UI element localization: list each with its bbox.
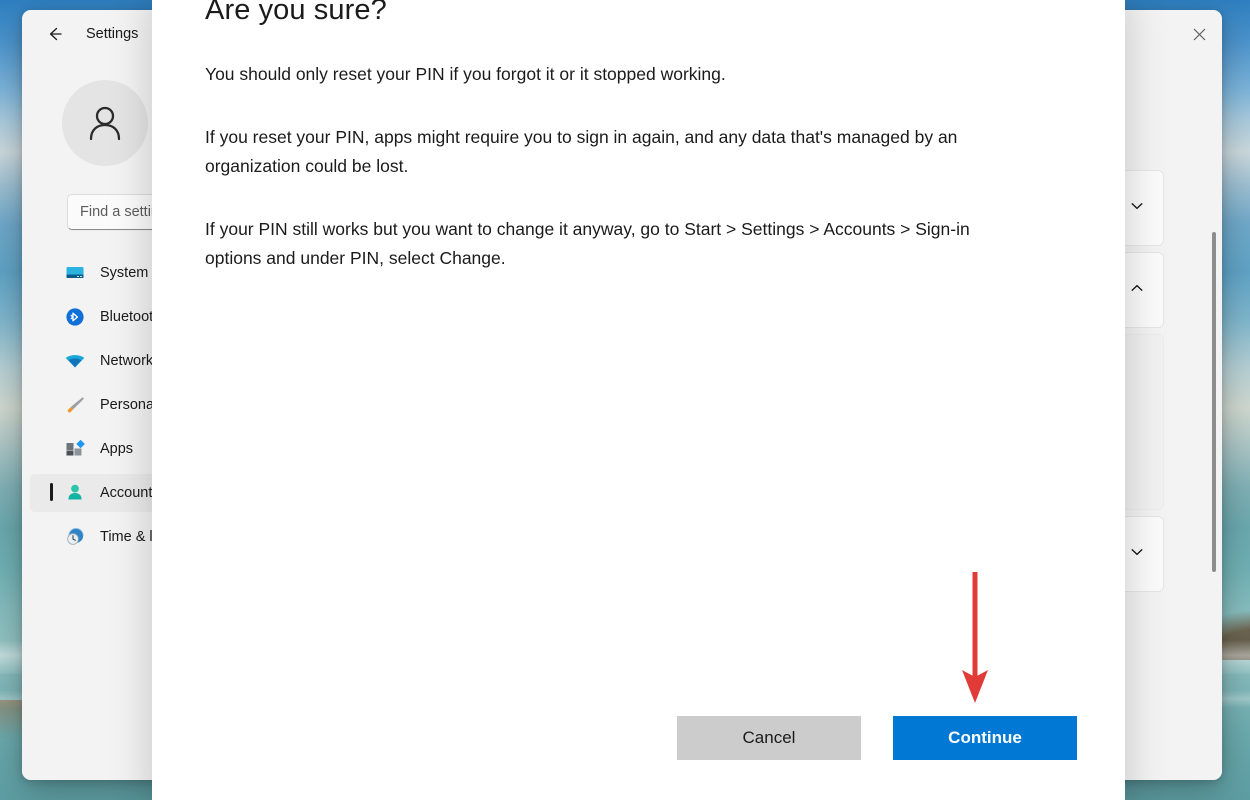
settings-title: Settings bbox=[86, 26, 139, 42]
sidebar-item-label: Network bbox=[100, 353, 154, 369]
sidebar-item-label: Accounts bbox=[100, 485, 160, 501]
confirmation-dialog: Are you sure? You should only reset your… bbox=[152, 0, 1125, 800]
person-avatar-icon bbox=[89, 106, 121, 141]
arrow-left-icon bbox=[49, 27, 62, 41]
back-button[interactable] bbox=[38, 18, 72, 50]
time-language-icon bbox=[64, 526, 86, 548]
dialog-paragraph-1: You should only reset your PIN if you fo… bbox=[205, 64, 726, 84]
close-button[interactable] bbox=[1176, 18, 1222, 50]
dialog-body: You should only reset your PIN if you fo… bbox=[205, 60, 1017, 307]
system-display-icon bbox=[64, 262, 86, 284]
content-scrollbar[interactable] bbox=[1212, 232, 1216, 572]
close-icon bbox=[1193, 28, 1205, 40]
dialog-actions: Cancel Continue bbox=[152, 716, 1125, 760]
avatar[interactable] bbox=[62, 80, 148, 166]
sidebar-item-label: System bbox=[100, 265, 149, 281]
dialog-title: Are you sure? bbox=[205, 0, 387, 26]
continue-button[interactable]: Continue bbox=[893, 716, 1077, 760]
personalization-brush-icon bbox=[64, 394, 86, 416]
dialog-paragraph-3: If your PIN still works but you want to … bbox=[205, 219, 970, 268]
dialog-paragraph-2: If you reset your PIN, apps might requir… bbox=[205, 127, 958, 176]
apps-icon bbox=[64, 438, 86, 460]
screen: Settings Find a setting System Bluetooth… bbox=[0, 0, 1250, 800]
chevron-down-icon bbox=[1129, 544, 1145, 565]
window-controls bbox=[1176, 10, 1222, 58]
chevron-up-icon bbox=[1129, 280, 1145, 301]
accounts-person-icon bbox=[64, 482, 86, 504]
bluetooth-icon bbox=[64, 306, 86, 328]
cancel-button[interactable]: Cancel bbox=[677, 716, 861, 760]
chevron-down-icon bbox=[1129, 198, 1145, 219]
network-wifi-icon bbox=[64, 350, 86, 372]
sidebar-item-label: Apps bbox=[100, 441, 134, 457]
